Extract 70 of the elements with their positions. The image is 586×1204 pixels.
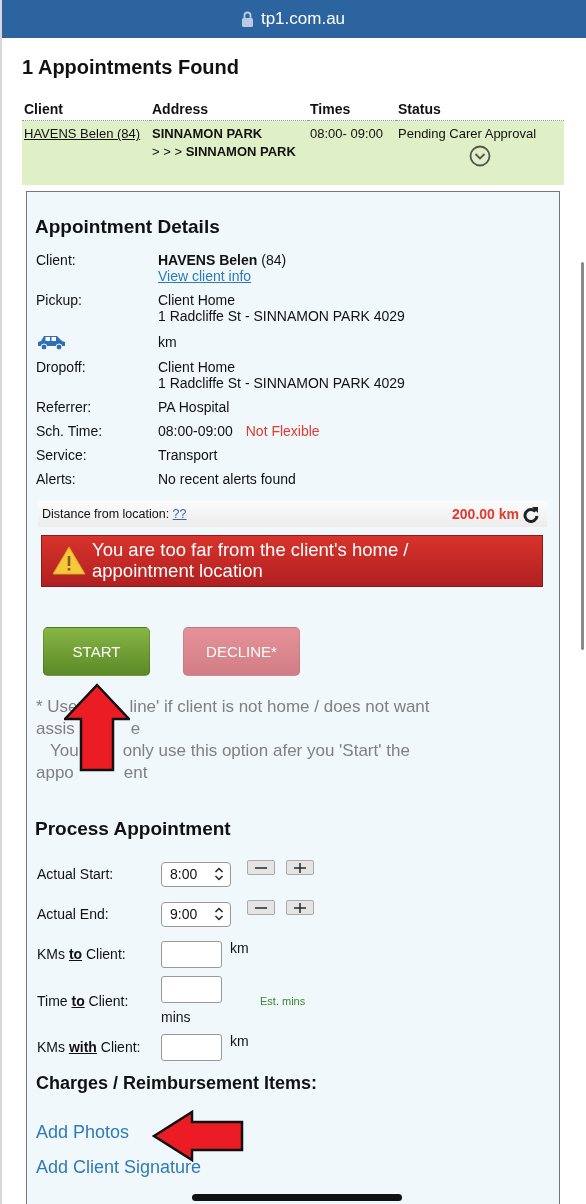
unit-label: km [230,1033,249,1049]
note-text: assis [36,718,75,740]
address-text: SINNAMON PARK [152,125,264,143]
section-heading: Process Appointment [35,818,232,840]
note-text: You [50,740,79,762]
hint-text: Est. mins [260,994,306,1007]
client-name: HAVENS Belen (84) [158,252,288,268]
field-value: 1 Radcliffe St - SINNAMON PARK 4029 [158,375,406,391]
field-value: Client Home [158,292,237,308]
note-text: e [130,718,141,740]
unit-label: mins [161,1009,192,1025]
field-label: KMs with Client: [37,1039,142,1055]
field-label: Sch. Time: [36,423,103,439]
decrement-button[interactable] [247,900,275,915]
input-field[interactable] [161,1033,222,1061]
field-label: Dropoff: [36,359,86,375]
field-label: Alerts: [36,471,76,487]
view-client-link[interactable]: View client info [158,268,549,284]
field-label: KMs to Client: [37,946,127,962]
status-text: Pending Carer Approval [398,125,537,143]
field-value: 08:00-09:00 [158,423,233,439]
start-button[interactable]: START [43,627,150,676]
input-field[interactable] [161,940,222,968]
field-value: Client Home [158,359,237,375]
note-text: ent [123,762,148,784]
field-label: Actual Start: [37,866,115,882]
time-select[interactable]: 8:00 [161,861,231,887]
field-value: km [158,334,178,350]
note-text: line' if client is not home / does not want [129,696,430,718]
field-value: 1 Radcliffe St - SINNAMON PARK 4029 [158,308,406,324]
increment-button[interactable] [286,900,314,915]
plus-icon [292,862,308,873]
up-down-icon [214,907,224,921]
input-field[interactable] [161,976,222,1003]
plus-icon [292,902,308,913]
section-heading: Charges / Reimbursement Items: [36,1073,319,1094]
flag-text: Not Flexible [245,423,320,439]
unit-label: km [230,940,249,956]
field-label: Client: [36,252,76,268]
help-link[interactable]: ?? [172,507,187,521]
action-link[interactable]: Add Client Signature [36,1157,549,1178]
refresh-icon[interactable] [522,505,539,523]
address-bar-url[interactable]: tp1.com.au [260,9,346,29]
lock-icon [240,11,254,27]
field-value: Transport [158,447,219,463]
up-down-icon [214,867,224,881]
action-link[interactable]: Add Photos [36,1122,549,1143]
chevron-down-icon[interactable] [469,145,491,167]
field-value: No recent alerts found [158,471,297,487]
increment-button[interactable] [286,860,314,875]
time-select[interactable]: 9:00 [161,901,231,927]
distance-value: 200.00 km [452,506,519,522]
time-text: 08:00- 09:00 [310,126,383,141]
warning-icon [52,544,86,576]
warning-text: You are too far from the client's home / appointment location [92,539,410,581]
scrollbar[interactable] [581,262,584,650]
field-label: Actual End: [37,906,110,922]
page-heading: 1 Appointments Found [22,56,240,79]
field-label: Time to Client: [37,992,130,1009]
address-text: > > > SINNAMON PARK [152,143,297,161]
field-label: Referrer: [36,399,92,415]
decrement-button[interactable] [247,860,275,875]
field-value: PA Hospital [158,399,231,415]
note-text: appo [36,762,74,784]
note-text: only use this option afer you 'Start' the [122,740,410,762]
section-heading: Appointment Details [35,216,221,238]
distance-label: Distance from location: ?? [42,507,187,521]
field-label: Pickup: [36,292,82,308]
arrow-icon [152,1110,244,1162]
field-label: Service: [36,447,87,463]
